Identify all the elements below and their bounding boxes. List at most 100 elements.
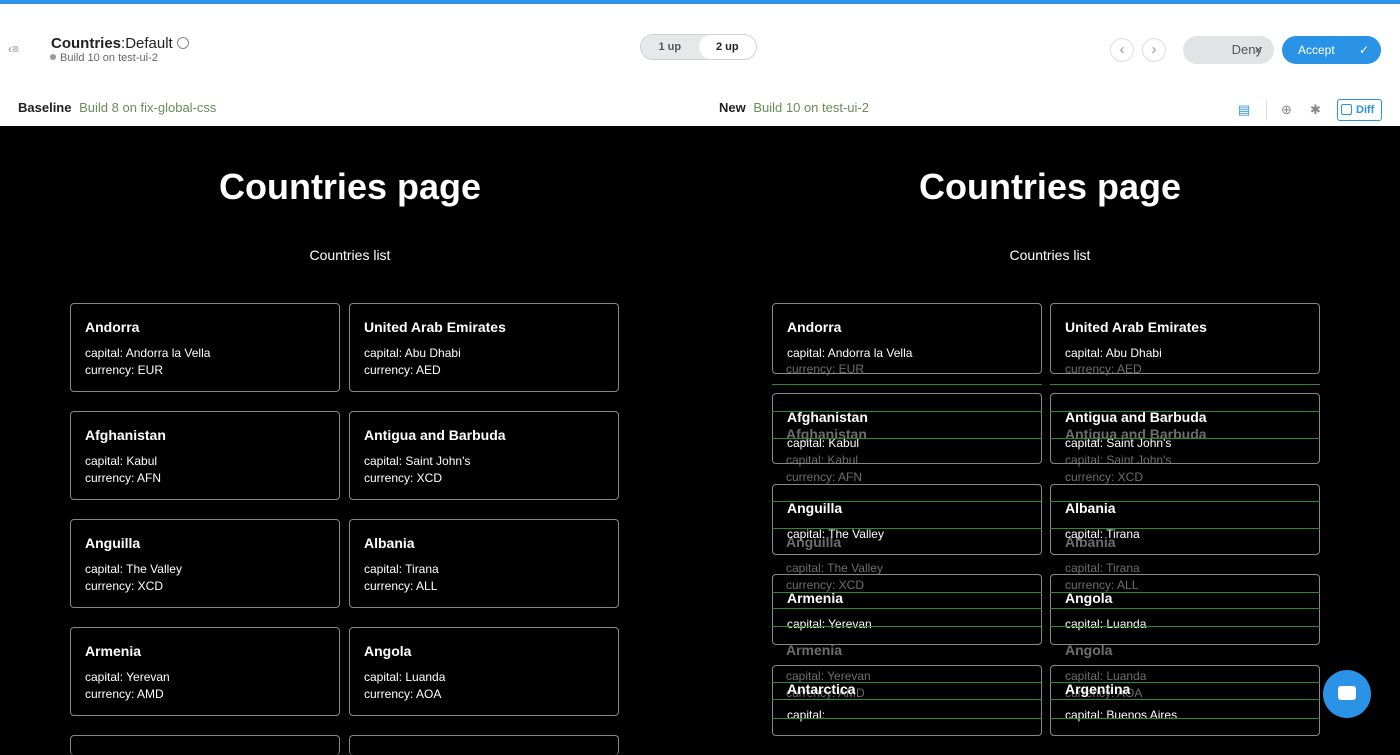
build-subtitle-text: Build 10 on test-ui-2 [60,52,158,64]
diff-line [1050,699,1320,700]
country-card: United Arab Emirates capital: Abu Dhabi [1050,303,1320,374]
country-name: United Arab Emirates [1065,319,1207,335]
country-card-partial [349,735,619,755]
country-capital: capital: Luanda [364,670,446,684]
status-dot-icon [50,54,56,61]
review-header: ‹≡ Countries:Default Build 10 on test-ui… [0,4,1400,126]
country-card: Armenia capital: Yerevan [772,574,1042,645]
country-currency: currency: AOA [364,687,442,701]
country-card: Albania capital: Tirana currency: ALL [349,519,619,608]
country-card: Anguilla capital: The Valley currency: X… [70,519,340,608]
crosshair-icon[interactable]: ⊕ [1281,102,1292,118]
ghost-text: capital: The Valley [786,561,883,575]
country-currency: currency: AMD [85,687,164,701]
country-currency: currency: XCD [85,579,164,593]
toggle-1up[interactable]: 1 up [641,35,699,59]
country-card: Andorra capital: Andorra la Vella curren… [70,303,340,392]
diff-line [772,528,1042,529]
view-toggle: 1 up 2 up [640,34,757,60]
country-card: Antarctica capital: [772,665,1042,736]
accept-label: Accept [1298,43,1335,57]
country-name: Albania [364,535,415,551]
accept-button[interactable]: Accept ✓ [1282,36,1381,64]
diff-line [1050,411,1320,412]
country-name: Antigua and Barbuda [364,427,506,443]
baseline-pane: Countries page Countries list Andorra ca… [0,126,700,755]
back-list-icon[interactable]: ‹≡ [8,42,19,56]
country-name: Albania [1065,500,1116,516]
country-currency: currency: AFN [85,471,162,485]
build-subtitle: Build 10 on test-ui-2 [50,52,158,64]
country-capital: capital: Abu Dhabi [364,346,461,360]
country-card: Anguilla capital: The Valley [772,484,1042,555]
country-name: Armenia [85,643,142,659]
country-capital: capital: Buenos Aires [1065,708,1178,722]
country-card: United Arab Emirates capital: Abu Dhabi … [349,303,619,392]
title-bold: Countries [51,35,122,52]
country-card-partial [70,735,340,755]
ghost-text: capital: Tirana [1065,561,1140,575]
country-card: Albania capital: Tirana [1050,484,1320,555]
country-name: United Arab Emirates [364,319,506,335]
prev-snapshot-button[interactable]: ‹ [1110,38,1134,62]
diff-line [772,608,1042,609]
country-name: Andorra [85,319,140,335]
country-capital: capital: Kabul [85,454,158,468]
country-card: Andorra capital: Andorra la Vella [772,303,1042,374]
baseline-page-subtitle: Countries list [309,247,391,263]
deny-button[interactable]: Deny × [1183,36,1274,64]
new-page-subtitle: Countries list [1009,247,1091,263]
country-card: Armenia capital: Yerevan currency: AMD [70,627,340,716]
country-currency: currency: EUR [85,363,164,377]
toolbar-divider [1266,100,1267,120]
country-name: Anguilla [85,535,141,551]
diff-label: Diff [1356,104,1375,116]
deny-x-icon: × [1254,42,1262,57]
diff-toggle-button[interactable]: Diff [1337,99,1382,121]
chat-icon [1338,686,1356,700]
country-capital: capital: Tirana [1065,527,1140,541]
diff-line [1050,438,1320,439]
toggle-2up[interactable]: 2 up [698,35,756,59]
country-card: Afghanistan capital: Kabul currency: AFN [70,411,340,500]
diff-line [1050,718,1320,719]
country-name: Argentina [1065,681,1131,697]
chat-support-button[interactable] [1323,670,1371,718]
title-rest: Default [125,35,173,52]
diff-line [772,384,1042,385]
diff-line [772,501,1042,502]
baseline-title: Baseline [18,100,72,115]
bug-icon[interactable]: ✱ [1310,102,1321,118]
country-name: Antarctica [787,681,856,697]
country-name: Afghanistan [85,427,166,443]
new-label: New Build 10 on test-ui-2 [719,100,869,115]
baseline-build: Build 8 on fix-global-css [79,100,217,115]
diff-line [1050,501,1320,502]
country-capital: capital: Tirana [364,562,439,576]
diff-line [772,438,1042,439]
new-title: New [719,100,746,115]
ghost-text: currency: XCD [1065,470,1144,484]
new-page-title: Countries page [918,166,1182,207]
comment-icon[interactable]: ▤ [1238,102,1250,118]
new-pane: Countries page Countries list currency: … [700,126,1400,741]
country-currency: currency: XCD [364,471,443,485]
country-capital: capital: Saint John's [364,454,471,468]
accept-check-icon: ✓ [1358,43,1369,57]
diff-line [772,411,1042,412]
country-name: Anguilla [787,500,843,516]
next-snapshot-button[interactable]: › [1142,38,1166,62]
country-capital: capital: Andorra la Vella [787,346,913,360]
country-capital: capital: Yerevan [787,617,872,631]
diff-line [772,626,1042,627]
country-card: Angola capital: Luanda [1050,574,1320,645]
country-currency: currency: ALL [364,579,438,593]
diff-line [772,699,1042,700]
title-info-icon[interactable] [176,37,189,50]
country-capital: capital: The Valley [85,562,182,576]
diff-line [772,718,1042,719]
country-card: Antigua and Barbuda capital: Saint John'… [349,411,619,500]
country-card: Afghanistan capital: Kabul [772,393,1042,464]
country-card: Argentina capital: Buenos Aires [1050,665,1320,736]
diff-line [1050,528,1320,529]
